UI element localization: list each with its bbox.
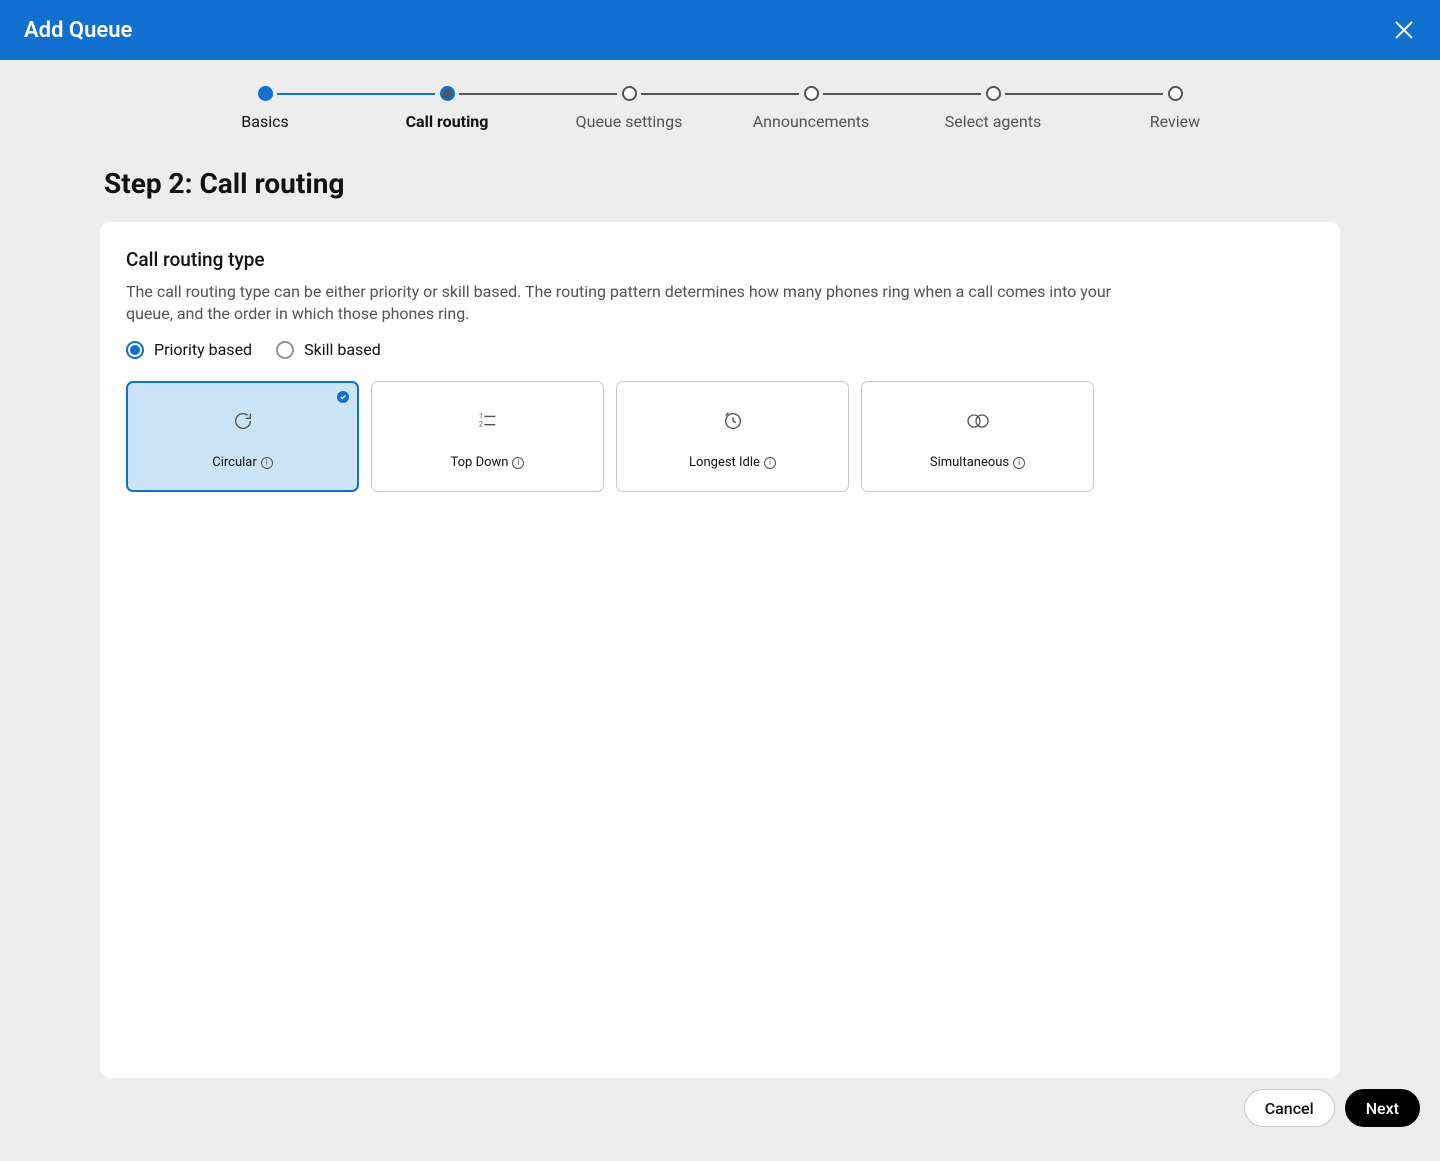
pattern-label: Circular — [212, 455, 257, 470]
section-title: Call routing type — [126, 248, 1314, 271]
pattern-card-top-down[interactable]: 12 Top Downi — [371, 381, 604, 492]
close-icon — [1393, 19, 1415, 41]
pattern-label-row: Top Downi — [451, 455, 525, 470]
pattern-label: Longest Idle — [689, 455, 760, 470]
circular-icon — [232, 409, 254, 433]
close-button[interactable] — [1392, 18, 1416, 42]
radio-circle-icon — [276, 341, 294, 359]
simultaneous-icon — [965, 409, 991, 433]
radio-label: Skill based — [304, 340, 381, 359]
step-label: Queue settings — [576, 112, 683, 131]
check-icon — [337, 391, 349, 403]
routing-pattern-grid: Circulari12Top DowniLongest IdleiSimulta… — [126, 381, 1314, 492]
step-basics[interactable]: Basics — [174, 86, 356, 131]
step-label: Announcements — [753, 112, 870, 131]
modal-title: Add Queue — [24, 18, 132, 43]
step-queue-settings[interactable]: Queue settings — [538, 86, 720, 131]
footer-actions: Cancel Next — [1244, 1089, 1420, 1127]
pattern-label-row: Simultaneous i — [930, 455, 1025, 470]
pattern-label: Top Down — [451, 455, 509, 470]
stepper: Basics Call routing Queue settings Announce… — [0, 60, 1440, 139]
step-announcements[interactable]: Announcements — [720, 86, 902, 131]
info-icon[interactable]: i — [764, 457, 776, 469]
step-circle-icon — [622, 86, 637, 101]
step-select-agents[interactable]: Select agents — [902, 86, 1084, 131]
pattern-card-simultaneous[interactable]: Simultaneous i — [861, 381, 1094, 492]
pattern-card-circular[interactable]: Circular i — [126, 381, 359, 492]
next-button[interactable]: Next — [1345, 1089, 1420, 1127]
radio-circle-icon — [126, 341, 144, 359]
info-icon[interactable]: i — [1013, 457, 1025, 469]
pattern-label: Simultaneous — [930, 455, 1009, 470]
pattern-label-row: Longest Idle i — [689, 455, 776, 470]
step-label: Basics — [241, 112, 288, 131]
pattern-label-row: Circular i — [212, 455, 273, 470]
step-circle-icon — [804, 86, 819, 101]
step-circle-icon — [986, 86, 1001, 101]
info-icon[interactable]: i — [512, 457, 524, 469]
radio-priority-based[interactable]: Priority based — [126, 340, 252, 359]
routing-basis-radio-group: Priority based Skill based — [126, 340, 1314, 359]
step-circle-icon — [258, 86, 273, 101]
longest-idle-icon — [722, 409, 744, 433]
step-call-routing[interactable]: Call routing — [356, 86, 538, 131]
content-card: Call routing type The call routing type … — [100, 222, 1340, 1078]
step-label: Review — [1150, 112, 1200, 131]
top-down-icon: 12 — [477, 409, 499, 433]
step-label: Select agents — [945, 112, 1041, 131]
cancel-button[interactable]: Cancel — [1244, 1089, 1335, 1127]
radio-skill-based[interactable]: Skill based — [276, 340, 381, 359]
step-circle-icon — [1168, 86, 1183, 101]
modal-header: Add Queue — [0, 0, 1440, 60]
section-description: The call routing type can be either prio… — [126, 281, 1116, 324]
svg-text:2: 2 — [478, 420, 482, 429]
step-label: Call routing — [406, 112, 489, 131]
radio-label: Priority based — [154, 340, 252, 359]
step-review[interactable]: Review — [1084, 86, 1266, 131]
info-icon[interactable]: i — [261, 457, 273, 469]
pattern-card-longest-idle[interactable]: Longest Idle i — [616, 381, 849, 492]
page-heading: Step 2: Call routing — [104, 167, 1440, 200]
step-circle-icon — [440, 86, 455, 101]
